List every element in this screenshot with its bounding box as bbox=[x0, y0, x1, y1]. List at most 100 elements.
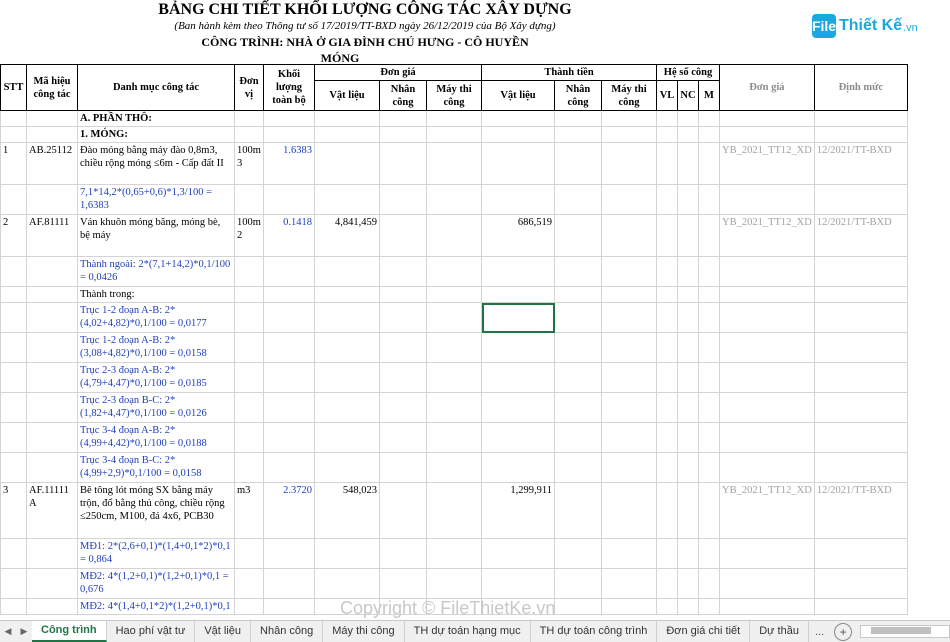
cell-nc[interactable] bbox=[677, 598, 699, 615]
cell-don-gia-ref[interactable] bbox=[719, 568, 815, 599]
cell-dinh-muc[interactable] bbox=[813, 422, 908, 453]
col-khoi-luong[interactable]: Khối lượng toàn bộ bbox=[263, 64, 315, 111]
cell-dg-nhan-cong[interactable] bbox=[379, 256, 427, 287]
cell-don-gia-ref[interactable]: YB_2021_TT12_XD bbox=[719, 142, 815, 185]
cell-dinh-muc[interactable] bbox=[813, 538, 908, 569]
tab-hao-phí-vật-tư[interactable]: Hao phí vật tư bbox=[107, 621, 196, 642]
cell-dg-nhan-cong[interactable] bbox=[379, 142, 427, 185]
cell-desc[interactable]: MĐ2: 4*(1,2+0,1)*(1,2+0,1)*0,1 = 0,676 bbox=[77, 568, 235, 599]
cell-dg-may[interactable] bbox=[426, 142, 482, 185]
col-don-gia-ref[interactable]: Đơn giá bbox=[719, 64, 815, 111]
cell-qty[interactable] bbox=[263, 110, 315, 127]
cell-vl[interactable] bbox=[656, 482, 678, 539]
cell-dg-may[interactable] bbox=[426, 482, 482, 539]
scrollbar-thumb[interactable] bbox=[871, 627, 932, 634]
cell-tt-may[interactable] bbox=[601, 214, 657, 257]
cell-tt-vat-lieu[interactable]: 686,519 bbox=[481, 214, 555, 257]
cell-stt[interactable] bbox=[0, 286, 27, 303]
cell-code[interactable] bbox=[26, 452, 78, 483]
cell-stt[interactable] bbox=[0, 362, 27, 393]
cell-dg-nhan-cong[interactable] bbox=[379, 214, 427, 257]
cell-code[interactable] bbox=[26, 256, 78, 287]
cell-dg-may[interactable] bbox=[426, 332, 482, 363]
cell-tt-may[interactable] bbox=[601, 302, 657, 333]
cell-unit[interactable] bbox=[234, 362, 264, 393]
cell-dinh-muc[interactable] bbox=[813, 184, 908, 215]
cell-m[interactable] bbox=[698, 482, 720, 539]
cell-tt-vat-lieu[interactable] bbox=[481, 142, 555, 185]
cell-qty[interactable] bbox=[263, 422, 315, 453]
cell-qty[interactable]: 1.6383 bbox=[263, 142, 315, 185]
cell-unit[interactable]: 100m 3 bbox=[234, 142, 264, 185]
tab-scroll-right-icon[interactable]: ▶ bbox=[16, 626, 32, 637]
cell-vl[interactable] bbox=[656, 362, 678, 393]
col-tt-vat-lieu[interactable]: Vật liệu bbox=[481, 80, 555, 111]
cell-unit[interactable] bbox=[234, 256, 264, 287]
cell-don-gia-ref[interactable] bbox=[719, 110, 815, 127]
cell-code[interactable] bbox=[26, 538, 78, 569]
cell-nc[interactable] bbox=[677, 452, 699, 483]
cell-stt[interactable] bbox=[0, 422, 27, 453]
cell-tt-nhan-cong[interactable] bbox=[554, 362, 602, 393]
cell-code[interactable]: AB.25112 bbox=[26, 142, 78, 185]
col-dg-may[interactable]: Máy thi công bbox=[426, 80, 482, 111]
cell-dg-vat-lieu[interactable] bbox=[314, 126, 380, 143]
cell-tt-nhan-cong[interactable] bbox=[554, 568, 602, 599]
cell-dinh-muc[interactable] bbox=[813, 598, 908, 615]
cell-dinh-muc[interactable] bbox=[813, 110, 908, 127]
cell-dg-vat-lieu[interactable] bbox=[314, 256, 380, 287]
cell-dg-may[interactable] bbox=[426, 568, 482, 599]
cell-dg-vat-lieu[interactable]: 4,841,459 bbox=[314, 214, 380, 257]
cell-tt-vat-lieu[interactable] bbox=[481, 110, 555, 127]
cell-tt-may[interactable] bbox=[601, 332, 657, 363]
cell-dg-may[interactable] bbox=[426, 110, 482, 127]
cell-dg-vat-lieu[interactable] bbox=[314, 362, 380, 393]
col-stt[interactable]: STT bbox=[0, 64, 27, 111]
cell-code[interactable] bbox=[26, 110, 78, 127]
cell-qty[interactable] bbox=[263, 184, 315, 215]
cell-tt-may[interactable] bbox=[601, 598, 657, 615]
cell-tt-may[interactable] bbox=[601, 568, 657, 599]
cell-tt-nhan-cong[interactable] bbox=[554, 332, 602, 363]
cell-tt-vat-lieu[interactable] bbox=[481, 184, 555, 215]
cell-m[interactable] bbox=[698, 332, 720, 363]
cell-tt-may[interactable] bbox=[601, 142, 657, 185]
cell-vl[interactable] bbox=[656, 598, 678, 615]
cell-tt-nhan-cong[interactable] bbox=[554, 538, 602, 569]
cell-desc[interactable]: Bê tông lót móng SX bằng máy trộn, đổ bằ… bbox=[77, 482, 235, 539]
tab-th-dự-toán-công-trình[interactable]: TH dự toán công trình bbox=[531, 621, 658, 642]
cell-m[interactable] bbox=[698, 142, 720, 185]
cell-unit[interactable] bbox=[234, 332, 264, 363]
cell-vl[interactable] bbox=[656, 332, 678, 363]
cell-nc[interactable] bbox=[677, 362, 699, 393]
cell-dinh-muc[interactable] bbox=[813, 332, 908, 363]
cell-vl[interactable] bbox=[656, 392, 678, 423]
cell-m[interactable] bbox=[698, 184, 720, 215]
cell-nc[interactable] bbox=[677, 214, 699, 257]
col-dg-nhan-cong[interactable]: Nhân công bbox=[379, 80, 427, 111]
cell-tt-may[interactable] bbox=[601, 184, 657, 215]
cell-code[interactable] bbox=[26, 362, 78, 393]
cell-dg-nhan-cong[interactable] bbox=[379, 392, 427, 423]
cell-dg-vat-lieu[interactable] bbox=[314, 142, 380, 185]
cell-tt-vat-lieu[interactable] bbox=[481, 302, 555, 333]
cell-dg-nhan-cong[interactable] bbox=[379, 126, 427, 143]
cell-qty[interactable] bbox=[263, 256, 315, 287]
cell-don-gia-ref[interactable] bbox=[719, 126, 815, 143]
cell-unit[interactable] bbox=[234, 302, 264, 333]
cell-qty[interactable] bbox=[263, 538, 315, 569]
cell-unit[interactable]: m3 bbox=[234, 482, 264, 539]
cell-code[interactable]: AF.11111 A bbox=[26, 482, 78, 539]
cell-dg-nhan-cong[interactable] bbox=[379, 538, 427, 569]
cell-unit[interactable] bbox=[234, 110, 264, 127]
cell-tt-may[interactable] bbox=[601, 362, 657, 393]
cell-desc[interactable]: A. PHẦN THÔ: bbox=[77, 110, 235, 127]
cell-dinh-muc[interactable] bbox=[813, 256, 908, 287]
cell-don-gia-ref[interactable] bbox=[719, 598, 815, 615]
cell-desc[interactable]: MĐ2: 4*(1,4+0,1*2)*(1,2+0,1)*0,1 bbox=[77, 598, 235, 615]
cell-stt[interactable] bbox=[0, 126, 27, 143]
cell-code[interactable] bbox=[26, 332, 78, 363]
col-tt-nhan-cong[interactable]: Nhân công bbox=[554, 80, 602, 111]
cell-tt-may[interactable] bbox=[601, 392, 657, 423]
cell-dg-may[interactable] bbox=[426, 214, 482, 257]
